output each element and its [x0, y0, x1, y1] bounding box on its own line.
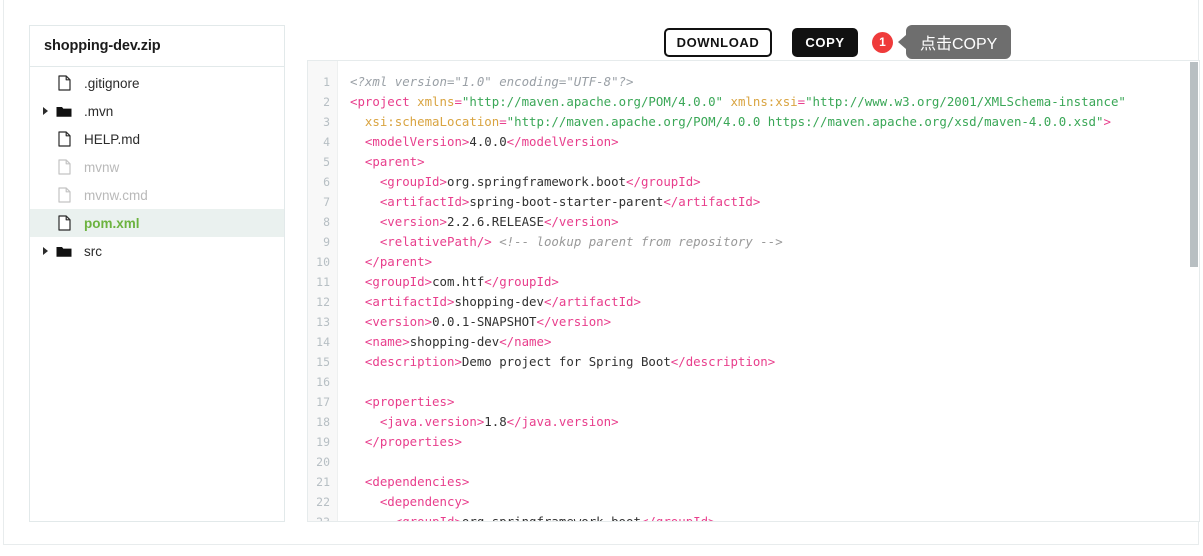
line-number: 21	[316, 475, 330, 489]
code-line: <artifactId>shopping-dev</artifactId>	[364, 294, 641, 309]
code-line: </properties>	[364, 434, 462, 449]
code-line: <project xmlns="http://maven.apache.org/…	[350, 94, 1126, 109]
code-line: <groupId>org.springframework.boot</group…	[379, 174, 701, 189]
line-number: 12	[316, 295, 330, 309]
line-number: 7	[323, 195, 330, 209]
code-line: <artifactId>spring-boot-starter-parent</…	[379, 194, 761, 209]
line-number: 11	[316, 275, 330, 289]
code-line: <dependencies>	[364, 474, 470, 489]
tooltip-text: 点击COPY	[906, 25, 1012, 59]
tree-item-gitignore[interactable]: .gitignore	[30, 69, 284, 97]
code-line: <properties>	[364, 394, 455, 409]
code-content[interactable]: <?xml version="1.0" encoding="UTF-8"?> <p…	[338, 61, 1199, 521]
vertical-scrollbar-thumb[interactable]	[1190, 62, 1198, 267]
folder-icon	[52, 245, 76, 258]
line-number: 1	[323, 75, 330, 89]
line-number: 4	[323, 135, 330, 149]
code-line: <groupId>com.htf</groupId>	[364, 274, 559, 289]
action-toolbar: DOWNLOAD COPY 1 点击COPY	[664, 25, 1012, 59]
tree-item-label: .mvn	[84, 103, 114, 119]
line-number: 6	[323, 175, 330, 189]
file-icon	[52, 75, 76, 91]
code-viewer: 1 2 3 4 5 6 7 8 9 10 11 12 13 14 15 16 17 18 19 20 21 22 23 <?…	[307, 60, 1200, 522]
code-line: <relativePath/> <!-- lookup parent from …	[379, 234, 783, 249]
code-line: <parent>	[364, 154, 425, 169]
tree-item-label: .gitignore	[84, 75, 140, 91]
code-line: <version>0.0.1-SNAPSHOT</version>	[364, 314, 612, 329]
code-line: <groupId>org.springframework.boot</group…	[350, 512, 1199, 521]
step-badge: 1	[872, 31, 893, 53]
chevron-right-icon[interactable]	[38, 247, 52, 255]
code-line: <name>shopping-dev</name>	[364, 334, 552, 349]
vertical-scrollbar[interactable]	[1190, 61, 1199, 521]
tree-item-label: HELP.md	[84, 131, 141, 147]
tree-item-mvnw-cmd[interactable]: mvnw.cmd	[30, 181, 284, 209]
code-line: <description>Demo project for Spring Boo…	[364, 354, 776, 369]
code-line: <modelVersion>4.0.0</modelVersion>	[364, 134, 619, 149]
tree-item-help-md[interactable]: HELP.md	[30, 125, 284, 153]
line-number: 19	[316, 435, 330, 449]
code-line: <java.version>1.8</java.version>	[379, 414, 619, 429]
line-number: 8	[323, 215, 330, 229]
line-number: 14	[316, 335, 330, 349]
line-number: 9	[323, 235, 330, 249]
tree-item-mvn[interactable]: .mvn	[30, 97, 284, 125]
copy-button[interactable]: COPY	[792, 27, 858, 57]
line-number: 17	[316, 395, 330, 409]
line-number: 5	[323, 155, 330, 169]
line-number: 3	[323, 115, 330, 129]
tree-item-pom-xml[interactable]: pom.xml	[30, 209, 284, 237]
file-tree-list: .gitignore .mvn HELP.md mvnw mvnw.cmd pom.xml…	[30, 67, 284, 265]
file-tree-header: shopping-dev.zip	[30, 26, 284, 67]
line-number: 10	[316, 255, 330, 269]
download-button[interactable]: DOWNLOAD	[664, 27, 772, 57]
page-frame: shopping-dev.zip .gitignore .mvn HELP.md mv…	[3, 0, 1200, 545]
line-number: 15	[316, 355, 330, 369]
chevron-right-icon[interactable]	[38, 107, 52, 115]
line-number-gutter: 1 2 3 4 5 6 7 8 9 10 11 12 13 14 15 16 17 18 19 20 21 22 23	[308, 61, 338, 521]
file-icon	[52, 187, 76, 203]
line-number: 18	[316, 415, 330, 429]
line-number: 13	[316, 315, 330, 329]
file-icon	[52, 131, 76, 147]
tree-item-mvnw[interactable]: mvnw	[30, 153, 284, 181]
tree-item-label: mvnw.cmd	[84, 187, 148, 203]
copy-hint-tooltip: 点击COPY	[898, 25, 1012, 59]
code-line: <dependency>	[379, 494, 470, 509]
line-number: 20	[316, 455, 330, 469]
line-number: 2	[323, 95, 330, 109]
code-line: xsi:schemaLocation="http://maven.apache.…	[364, 114, 1111, 129]
line-number: 23	[316, 515, 330, 522]
line-number: 22	[316, 495, 330, 509]
tree-item-src[interactable]: src	[30, 237, 284, 265]
archive-name: shopping-dev.zip	[44, 38, 161, 54]
folder-icon	[52, 105, 76, 118]
file-tree-panel: shopping-dev.zip .gitignore .mvn HELP.md mv…	[29, 25, 285, 522]
line-number: 16	[316, 375, 330, 389]
tree-item-label: pom.xml	[84, 215, 140, 231]
file-icon	[52, 159, 76, 175]
code-line: <?xml version="1.0" encoding="UTF-8"?>	[350, 74, 634, 89]
file-icon	[52, 215, 76, 231]
code-line: <version>2.2.6.RELEASE</version>	[379, 214, 619, 229]
tree-item-label: mvnw	[84, 159, 120, 175]
tree-item-label: src	[84, 243, 102, 259]
code-line: </parent>	[364, 254, 433, 269]
tooltip-arrow-icon	[898, 35, 906, 49]
